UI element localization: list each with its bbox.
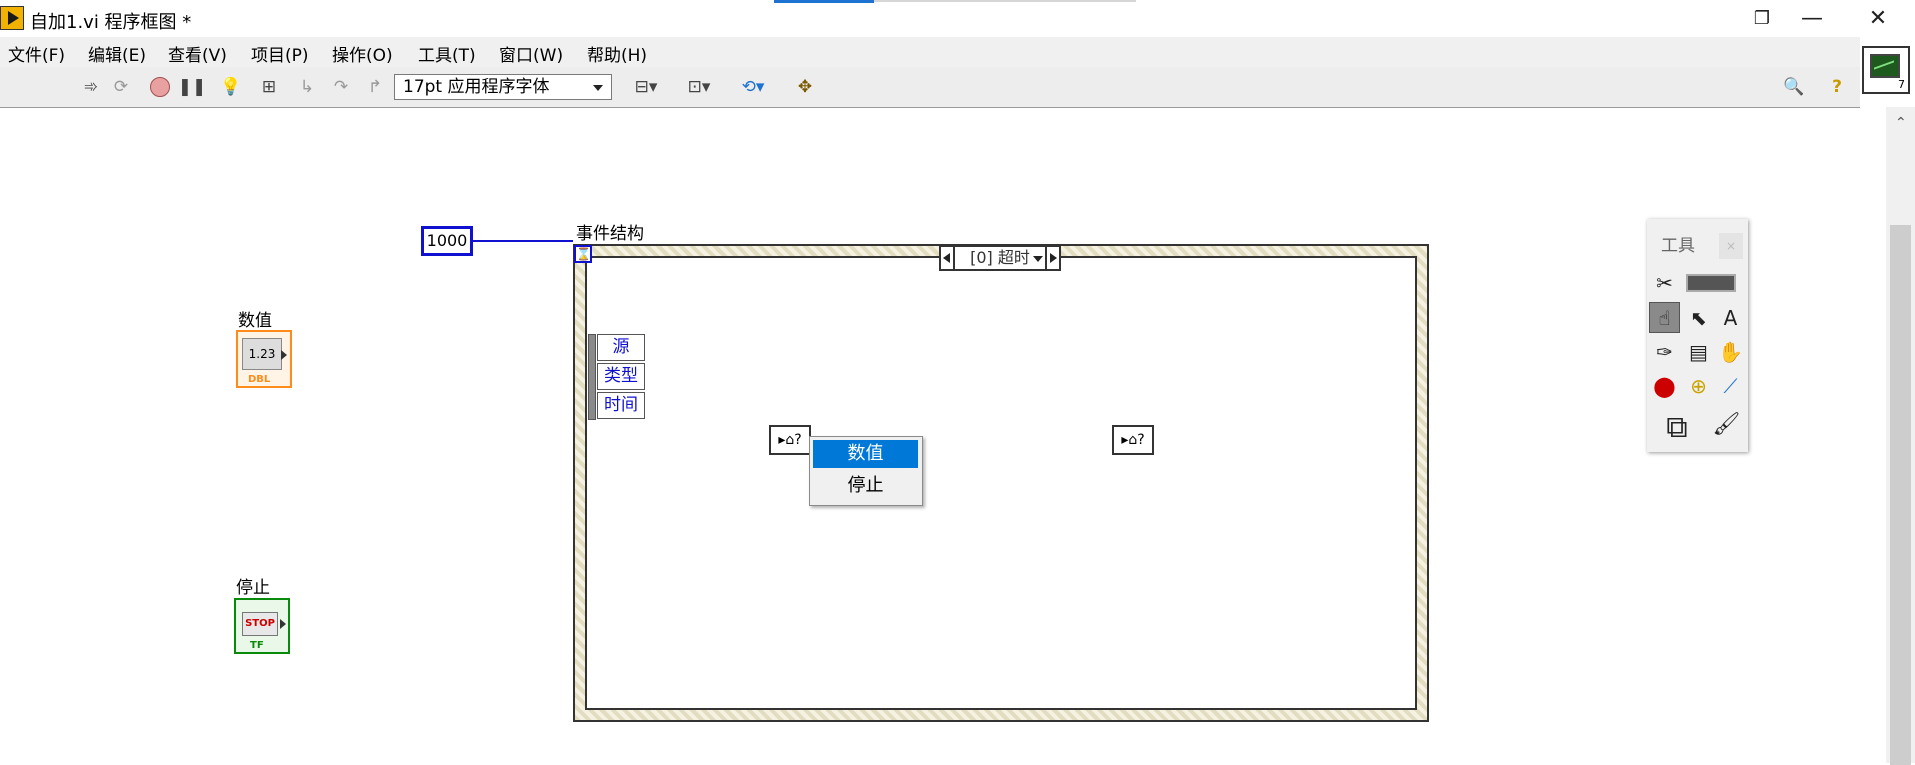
run-continuous-icon[interactable]: ⟳ [108, 75, 134, 99]
chevron-down-icon [593, 85, 603, 91]
menu-file[interactable]: 文件(F) [8, 41, 65, 66]
tools-palette-header: 工具 × [1647, 219, 1748, 259]
stop-type: TF [250, 640, 264, 651]
menu-window[interactable]: 窗口(W) [499, 41, 563, 66]
numeric-label: 数值 [238, 311, 272, 331]
event-field-source[interactable]: 源 [597, 334, 645, 361]
breakpoint-icon[interactable]: ⬤ [1649, 370, 1680, 401]
scrollbar-thumb[interactable] [1890, 225, 1911, 765]
cleanup-icon[interactable]: ✥ [789, 75, 821, 99]
taskbar-divider [874, 0, 1136, 2]
terminal-output-icon [281, 350, 287, 360]
numeric-constant[interactable]: 1000 [421, 226, 473, 256]
menu-project[interactable]: 项目(P) [251, 41, 309, 66]
abort-icon[interactable] [147, 75, 173, 99]
tools-palette: 工具 × ✂ ☝ ⬉ A ✑ ▤ ✋ ⬤ ⊕ ⟋ ⧉ 🖌 [1647, 219, 1748, 452]
menu-help[interactable]: 帮助(H) [587, 41, 647, 66]
case-selector-label: [0] 超时 [970, 248, 1030, 267]
graph-icon [1870, 54, 1900, 78]
numeric-terminal[interactable]: 1.23 DBL [236, 330, 292, 388]
close-icon[interactable]: × [1719, 233, 1743, 259]
position-select-icon[interactable]: ⬉ [1683, 302, 1714, 333]
case-selector[interactable]: [0] 超时 [939, 245, 1061, 271]
pause-icon[interactable]: ❚❚ [178, 75, 207, 99]
object-shortcut-menu-icon[interactable]: ▤ [1683, 336, 1714, 367]
selector-divider [953, 247, 955, 269]
stop-terminal[interactable]: STOP TF [234, 598, 290, 654]
popup-menu: 数值 停止 [809, 436, 923, 506]
align-icon[interactable]: ⊟▾ [626, 75, 666, 99]
paintbrush-icon[interactable]: 🖌 [1711, 409, 1742, 440]
menu-operate[interactable]: 操作(O) [332, 41, 393, 66]
stop-button-icon: STOP [242, 612, 278, 636]
decrement-arrow-icon[interactable] [943, 253, 950, 263]
numeric-terminal-icon: 1.23 [242, 338, 282, 370]
vi-icon[interactable]: 7 [1862, 46, 1910, 94]
vi-icon-number: 7 [1898, 78, 1905, 91]
stop-label: 停止 [236, 578, 270, 598]
selector-divider [1045, 247, 1047, 269]
scroll-window-icon[interactable]: ✋ [1715, 336, 1746, 367]
menu-bar: 文件(F) 编辑(E) 查看(V) 项目(P) 操作(O) 工具(T) 窗口(W… [0, 37, 1860, 67]
edit-text-icon[interactable]: A [1715, 302, 1746, 333]
step-into-icon[interactable]: ↳ [294, 75, 320, 99]
search-icon[interactable]: 🔍 [1778, 75, 1810, 99]
timeout-terminal-icon[interactable]: ⌛ [574, 245, 592, 263]
run-arrow-icon[interactable]: ➾ [78, 75, 104, 99]
step-over-icon[interactable]: ↷ [328, 75, 354, 99]
numeric-type: DBL [248, 374, 271, 385]
menu-view[interactable]: 查看(V) [168, 41, 227, 66]
labview-app-icon [0, 6, 24, 30]
event-structure-frame[interactable] [585, 256, 1417, 710]
set-color-icon[interactable]: ⧉ [1649, 405, 1705, 449]
operate-value-icon[interactable]: ☝ [1649, 302, 1680, 333]
connect-wire-icon[interactable]: ✑ [1649, 336, 1680, 367]
font-selector[interactable]: 17pt 应用程序字体 [394, 74, 612, 100]
step-out-icon[interactable]: ↱ [362, 75, 388, 99]
event-structure[interactable] [573, 244, 1429, 722]
taskbar-highlight [774, 0, 874, 3]
menu-edit[interactable]: 编辑(E) [88, 41, 146, 66]
event-data-node[interactable]: 源 类型 时间 [588, 334, 646, 420]
retain-wire-values-icon[interactable]: ⊞ [256, 75, 282, 99]
minimize-button[interactable]: — [1780, 0, 1844, 37]
local-variable-node[interactable]: ▸⌂? [1112, 425, 1154, 455]
close-button[interactable]: ✕ [1846, 0, 1910, 37]
auto-tool-indicator[interactable] [1683, 267, 1739, 298]
title-bar: 自加1.vi 程序框图 * — ❐ ✕ [0, 0, 1915, 37]
help-icon[interactable]: ? [1824, 75, 1850, 99]
scroll-up-icon[interactable]: ⌃ [1895, 115, 1907, 131]
probe-icon[interactable]: ⊕ [1683, 370, 1714, 401]
reorder-icon[interactable]: ⟲▾ [733, 75, 773, 99]
font-selector-value: 17pt 应用程序字体 [403, 77, 550, 97]
wire[interactable] [473, 240, 573, 242]
vertical-scrollbar[interactable]: ⌃ [1886, 107, 1915, 765]
get-color-icon[interactable]: ⟋ [1715, 370, 1746, 401]
close-icon: ✕ [1868, 6, 1888, 31]
menu-tools[interactable]: 工具(T) [418, 41, 476, 66]
increment-arrow-icon[interactable] [1050, 253, 1057, 263]
restore-button[interactable]: ❐ [1744, 0, 1780, 37]
toolbar: ➾ ⟳ ❚❚ 💡 ⊞ ↳ ↷ ↱ 17pt 应用程序字体 ⊟▾ ⊡▾ ⟲▾ ✥ … [0, 67, 1860, 108]
auto-tool-icon[interactable]: ✂ [1649, 267, 1680, 298]
highlight-execution-icon[interactable]: 💡 [218, 75, 244, 99]
event-data-bar[interactable] [588, 334, 596, 420]
event-field-type[interactable]: 类型 [597, 363, 645, 390]
minimize-icon: — [1801, 6, 1823, 31]
tools-palette-title: 工具 [1661, 236, 1695, 256]
window-title: 自加1.vi 程序框图 * [30, 12, 192, 33]
popup-item-stop[interactable]: 停止 [813, 472, 918, 500]
event-field-time[interactable]: 时间 [597, 392, 645, 419]
local-variable-node[interactable]: ▸⌂? [769, 425, 811, 455]
chevron-down-icon[interactable] [1033, 256, 1043, 262]
distribute-icon[interactable]: ⊡▾ [679, 75, 719, 99]
terminal-output-icon [280, 619, 286, 629]
event-structure-label: 事件结构 [576, 224, 644, 244]
popup-item-numeric[interactable]: 数值 [813, 440, 918, 468]
restore-icon: ❐ [1753, 8, 1771, 29]
